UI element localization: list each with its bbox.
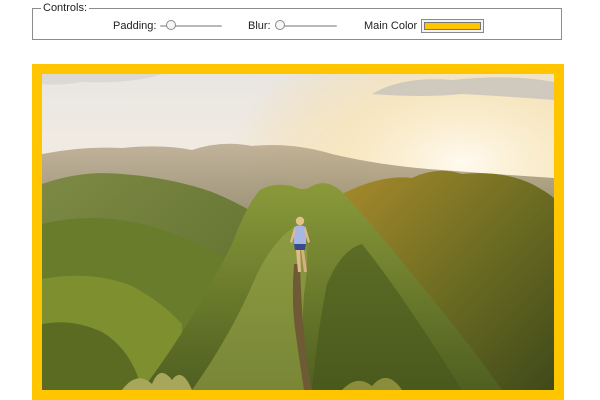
padding-slider-thumb[interactable] xyxy=(165,20,176,30)
padding-label: Padding: xyxy=(113,20,157,32)
main-color-picker[interactable] xyxy=(421,19,485,33)
controls-fieldset: Controls: Padding: Blur: Main Color xyxy=(32,1,562,40)
main-color-label: Main Color xyxy=(364,20,418,32)
image-frame xyxy=(32,64,564,400)
main-color-swatch xyxy=(424,22,482,30)
padding-control: Padding: xyxy=(113,18,223,34)
hiker-photo xyxy=(42,74,554,390)
controls-legend: Controls: xyxy=(41,1,90,15)
blur-slider[interactable] xyxy=(274,20,337,32)
blur-label: Blur: xyxy=(248,20,271,32)
main-color-control: Main Color xyxy=(364,18,485,34)
padding-slider[interactable] xyxy=(160,20,223,32)
hiker-photo-graphic xyxy=(42,74,554,390)
controls-row: Padding: Blur: Main Color xyxy=(33,18,561,34)
blur-slider-thumb[interactable] xyxy=(274,20,285,30)
blur-control: Blur: xyxy=(248,18,337,34)
